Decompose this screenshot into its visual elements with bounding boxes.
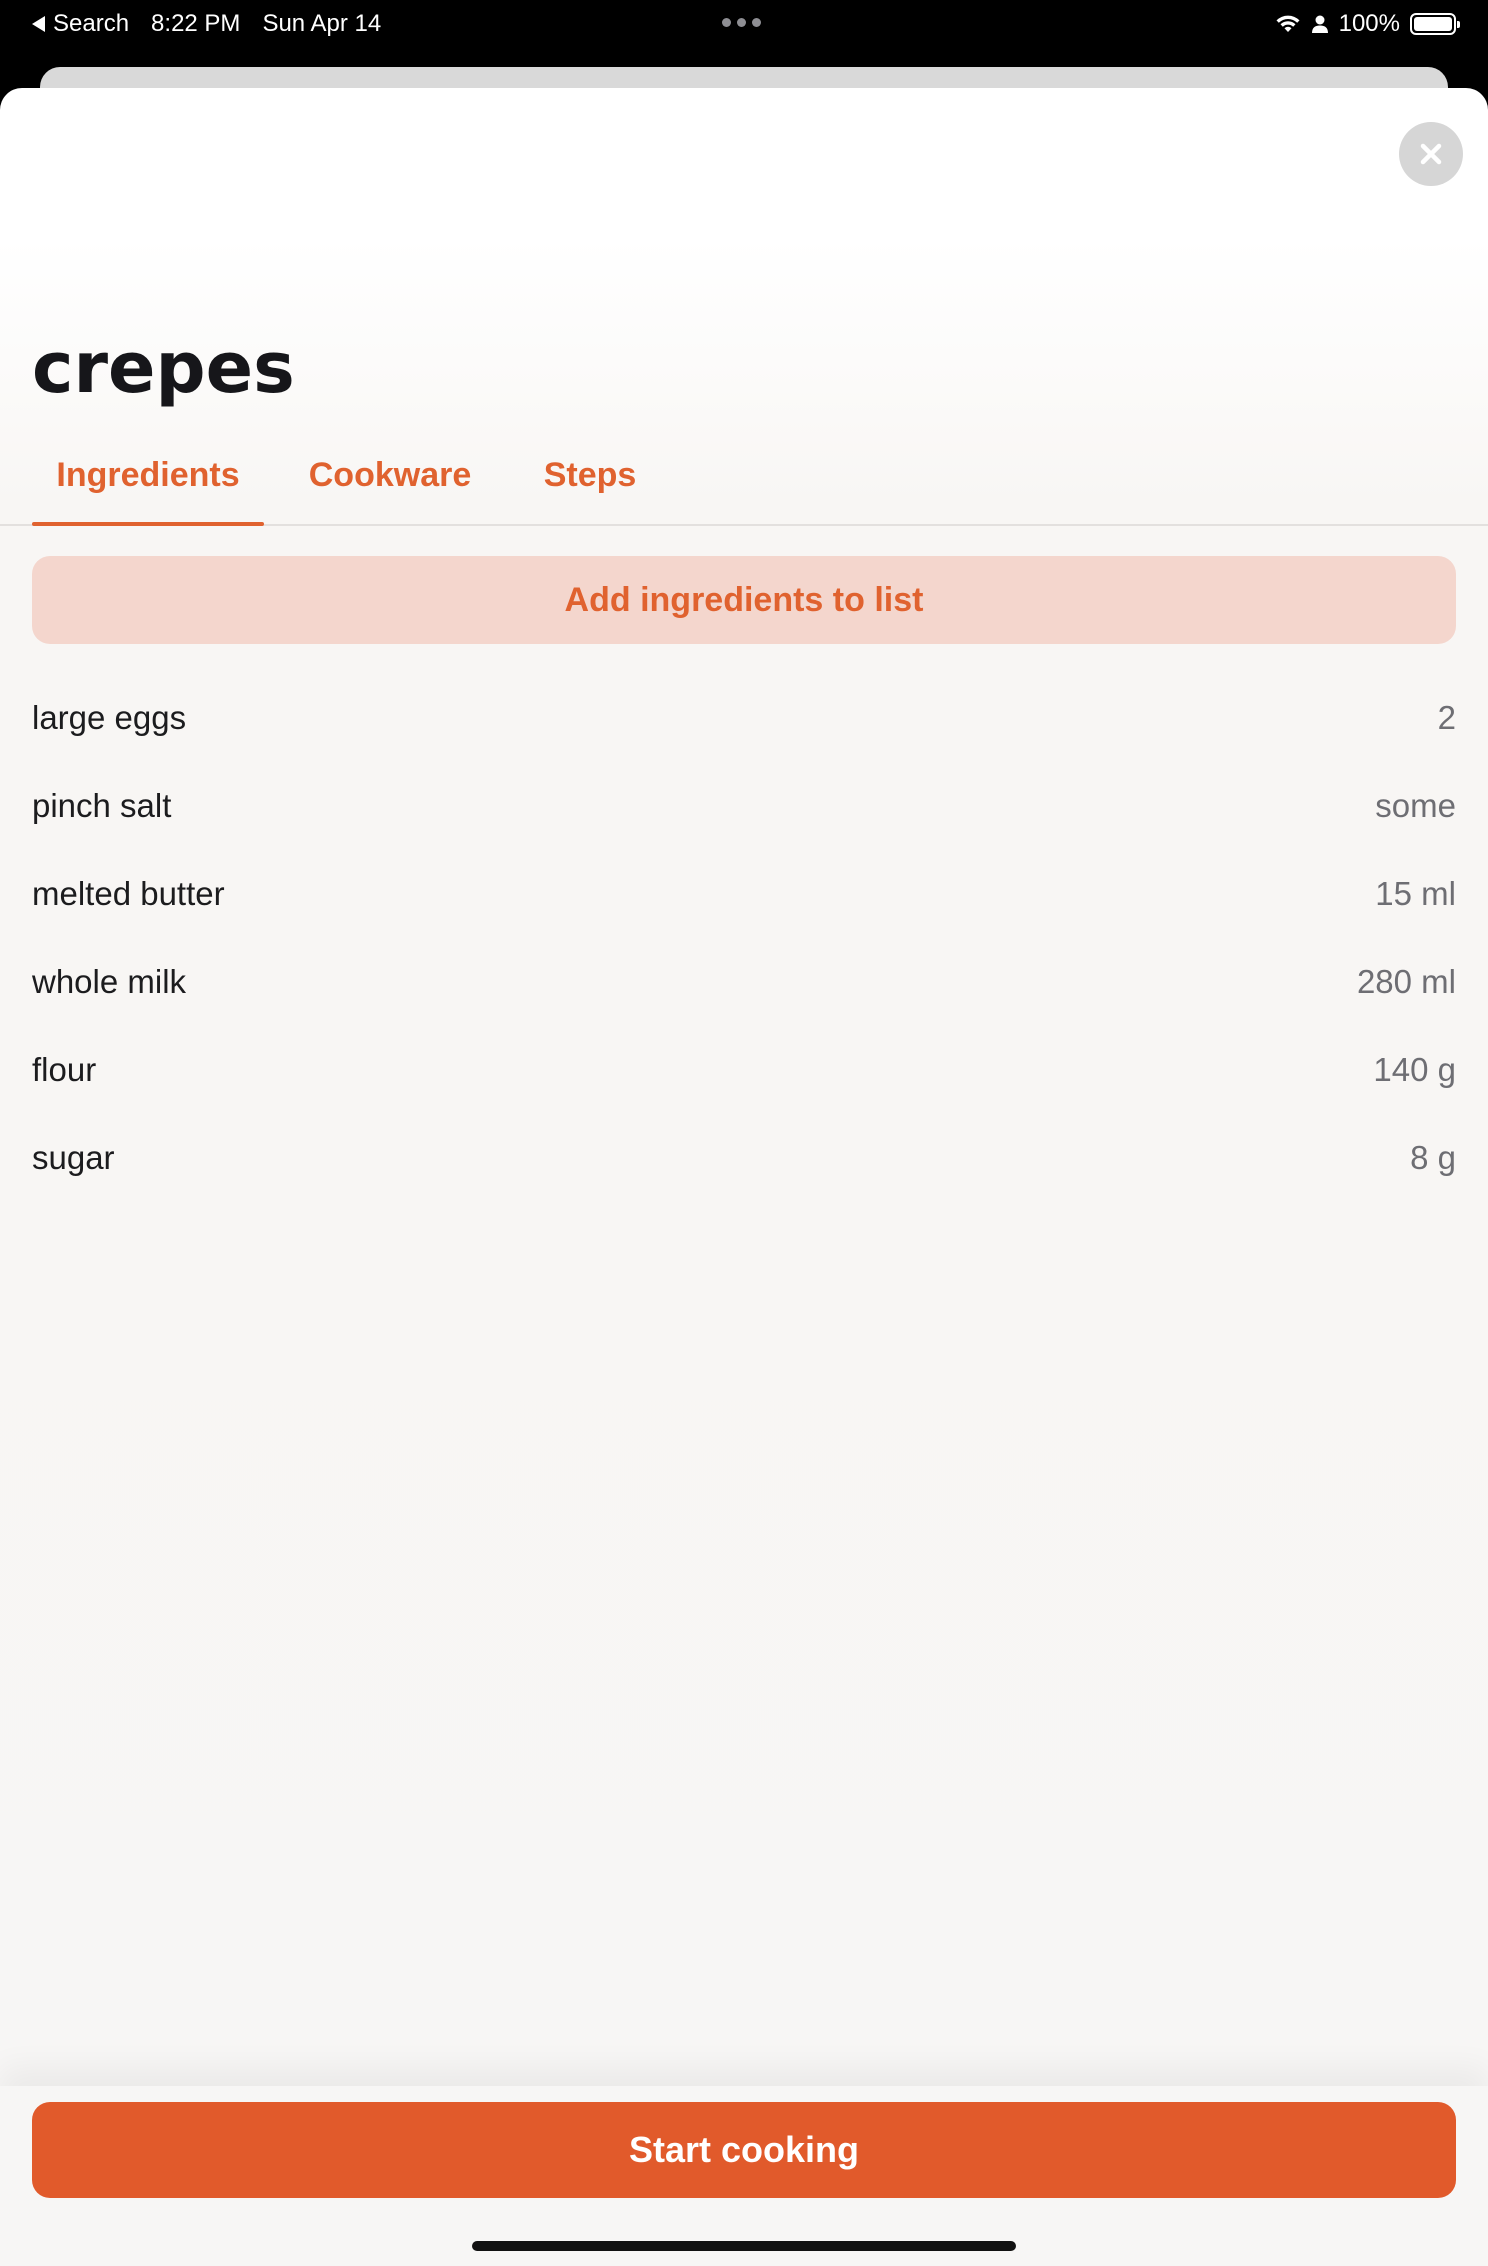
list-item: melted butter 15 ml [32,850,1456,938]
ingredient-quantity: 140 g [1373,1051,1456,1088]
ingredient-list: large eggs 2 pinch salt some melted butt… [32,674,1456,1202]
ingredient-quantity: 280 ml [1356,963,1456,1000]
multitasking-dots-icon[interactable] [722,18,761,27]
add-ingredients-to-list-button[interactable]: Add ingredients to list [32,556,1456,644]
ingredient-quantity: 2 [1437,699,1456,736]
ingredient-name: large eggs [32,699,187,736]
status-bar: Search 8:22 PM Sun Apr 14 100% [0,0,1488,50]
list-item: sugar 8 g [32,1114,1456,1202]
screen: Search 8:22 PM Sun Apr 14 100% crepes In… [0,0,1488,2266]
tab-ingredients[interactable]: Ingredients [32,448,264,524]
ingredient-quantity: 8 g [1410,1139,1456,1176]
close-icon [1420,143,1442,165]
recipe-title: crepes [32,327,295,409]
recipe-sheet: crepes Ingredients Cookware Steps Add in… [0,88,1488,2266]
close-button[interactable] [1399,122,1463,186]
wifi-icon [1276,15,1300,32]
back-to-search-button[interactable]: Search [32,10,129,38]
ingredient-quantity: 15 ml [1375,875,1456,912]
tab-steps[interactable]: Steps [530,448,650,524]
ingredient-quantity: some [1375,787,1456,824]
ingredient-name: pinch salt [32,787,172,824]
recipe-tabs: Ingredients Cookware Steps [0,448,1488,526]
status-bar-left: Search 8:22 PM Sun Apr 14 [32,10,381,38]
list-item: pinch salt some [32,762,1456,850]
list-item: large eggs 2 [32,674,1456,762]
back-arrow-icon [32,16,45,32]
home-indicator[interactable] [472,2241,1016,2251]
status-date: Sun Apr 14 [262,10,382,37]
status-time: 8:22 PM [151,10,241,37]
status-bar-right: 100% [1275,10,1460,38]
battery-percent: 100% [1338,10,1400,37]
tab-cookware[interactable]: Cookware [290,448,490,524]
ingredient-name: flour [32,1051,97,1088]
list-item: flour 140 g [32,1026,1456,1114]
back-label: Search [53,10,130,37]
person-icon [1311,15,1328,33]
active-tab-indicator [32,522,264,526]
ingredient-name: melted butter [32,875,225,912]
start-cooking-button[interactable]: Start cooking [32,2102,1456,2198]
list-item: whole milk 280 ml [32,938,1456,1026]
ingredient-name: whole milk [32,963,187,1000]
battery-icon [1410,13,1460,35]
ingredient-name: sugar [32,1139,115,1176]
